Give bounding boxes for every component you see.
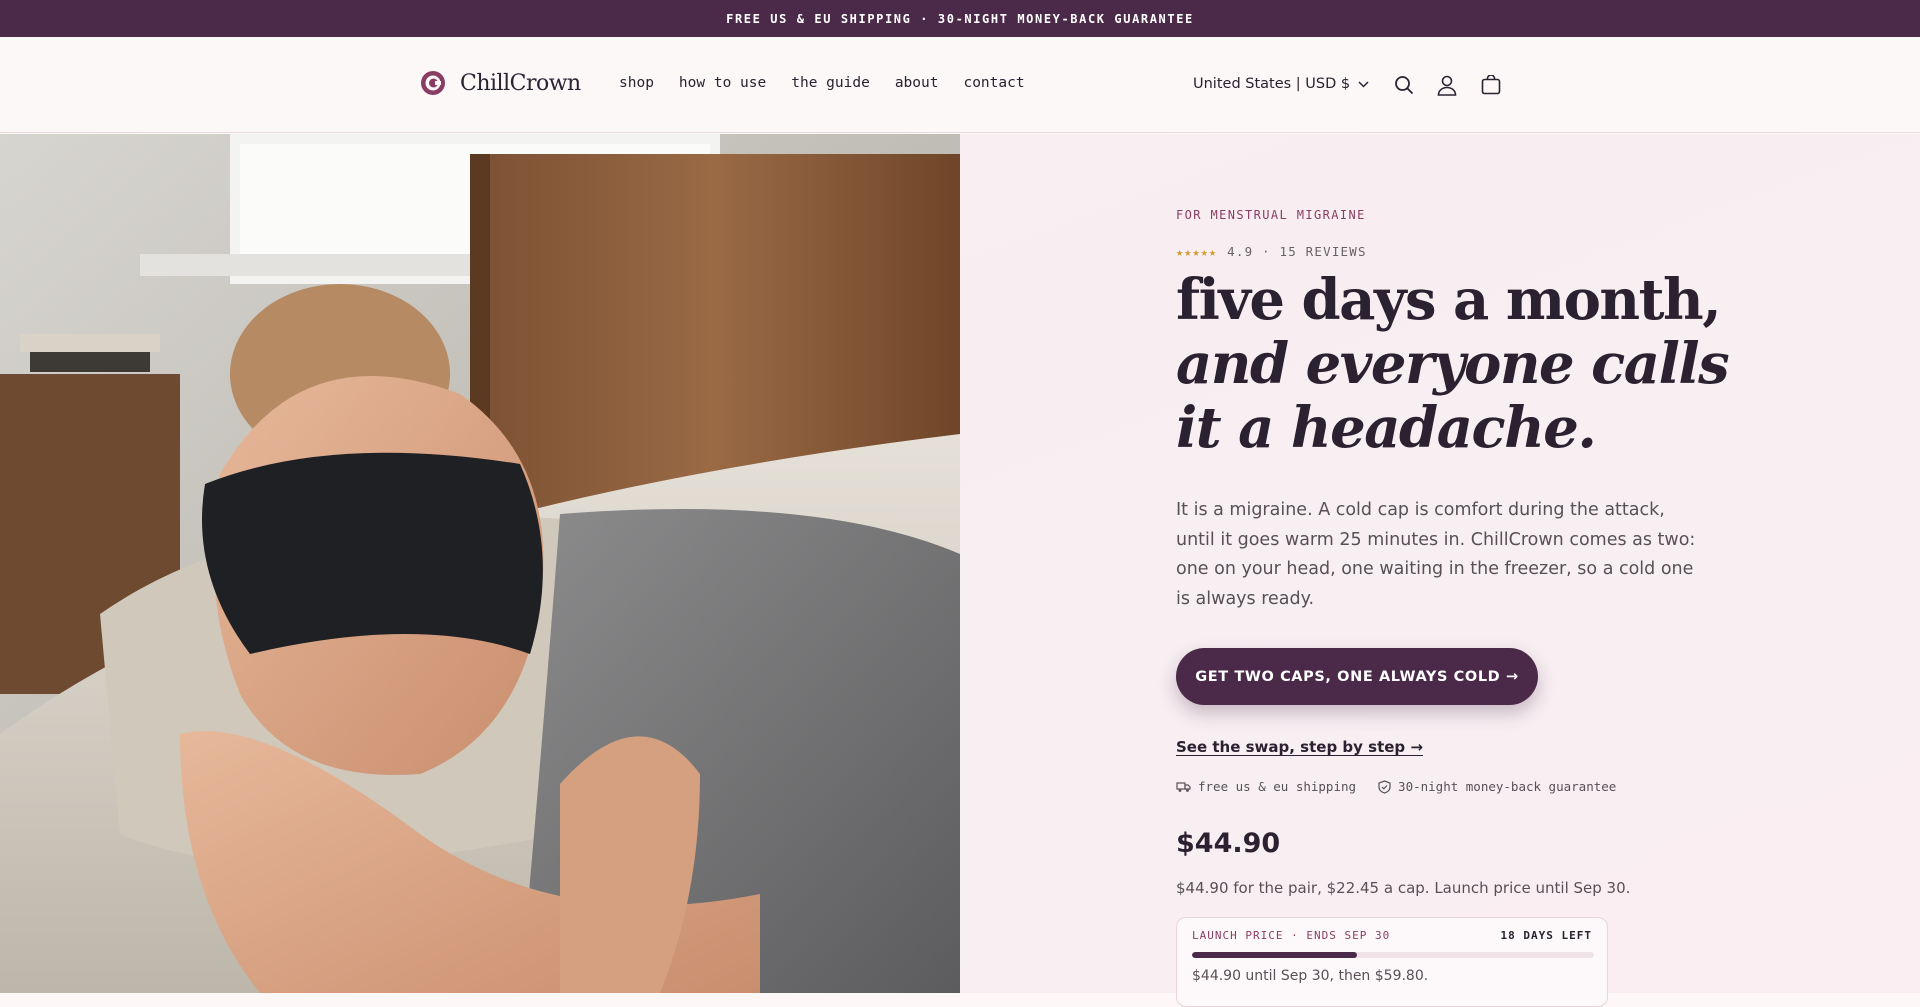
swap-guide-link[interactable]: See the swap, step by step → bbox=[1176, 738, 1423, 756]
trust-shipping: free us & eu shipping bbox=[1176, 779, 1356, 794]
trust-guarantee-label: 30-night money-back guarantee bbox=[1398, 779, 1617, 794]
hero-image bbox=[0, 134, 960, 993]
launch-progress-fill bbox=[1192, 952, 1357, 958]
nav-how-to-use[interactable]: how to use bbox=[679, 75, 766, 91]
announcement-bar: FREE US & EU SHIPPING · 30-NIGHT MONEY-B… bbox=[0, 0, 1920, 37]
logo-mark-icon bbox=[421, 71, 445, 95]
chevron-down-icon bbox=[1358, 80, 1369, 88]
shield-check-icon bbox=[1378, 779, 1391, 794]
cart-icon[interactable] bbox=[1478, 72, 1504, 98]
main-nav: shop how to use the guide about contact bbox=[619, 75, 1025, 91]
launch-label: LAUNCH PRICE · ENDS SEP 30 bbox=[1192, 929, 1391, 942]
nav-shop[interactable]: shop bbox=[619, 75, 654, 91]
trust-guarantee: 30-night money-back guarantee bbox=[1378, 779, 1616, 794]
launch-progress-bar bbox=[1192, 952, 1594, 958]
launch-note: $44.90 until Sep 30, then $59.80. bbox=[1192, 968, 1429, 984]
locale-selector[interactable]: United States | USD $ bbox=[1193, 76, 1369, 92]
nav-contact[interactable]: contact bbox=[963, 75, 1024, 91]
truck-icon bbox=[1176, 781, 1191, 792]
product-price: $44.90 bbox=[1176, 828, 1281, 859]
site-header: ChillCrown shop how to use the guide abo… bbox=[0, 37, 1920, 133]
nav-about[interactable]: about bbox=[895, 75, 939, 91]
hero-headline: five days a month, and everyone calls it… bbox=[1176, 268, 1776, 460]
primary-cta-button[interactable]: GET TWO CAPS, ONE ALWAYS COLD → bbox=[1176, 648, 1538, 705]
headline-line-1: five days a month, bbox=[1176, 267, 1722, 333]
price-note: $44.90 for the pair, $22.45 a cap. Launc… bbox=[1176, 879, 1631, 897]
star-rating-icon: ★★★★★ bbox=[1176, 244, 1218, 259]
hero-lead: It is a migraine. A cold cap is comfort … bbox=[1176, 500, 1696, 609]
rating-text: 4.9 · 15 REVIEWS bbox=[1227, 244, 1367, 259]
account-icon[interactable] bbox=[1434, 72, 1460, 98]
search-icon[interactable] bbox=[1391, 72, 1417, 98]
brand-name: ChillCrown bbox=[460, 70, 581, 96]
trust-shipping-label: free us & eu shipping bbox=[1198, 779, 1357, 794]
headline-line-2: and everyone calls it a headache. bbox=[1176, 331, 1730, 461]
hero-eyebrow: FOR MENSTRUAL MIGRAINE bbox=[1176, 208, 1366, 222]
locale-label: United States | USD $ bbox=[1193, 76, 1351, 92]
brand-logo[interactable]: ChillCrown bbox=[420, 70, 581, 96]
trust-badges: free us & eu shipping 30-night money-bac… bbox=[1176, 779, 1638, 794]
days-left-badge: 18 DAYS LEFT bbox=[1500, 929, 1592, 942]
nav-the-guide[interactable]: the guide bbox=[791, 75, 870, 91]
rating-summary[interactable]: ★★★★★ 4.9 · 15 REVIEWS bbox=[1176, 244, 1367, 259]
launch-price-card: LAUNCH PRICE · ENDS SEP 30 18 DAYS LEFT … bbox=[1176, 917, 1608, 1007]
